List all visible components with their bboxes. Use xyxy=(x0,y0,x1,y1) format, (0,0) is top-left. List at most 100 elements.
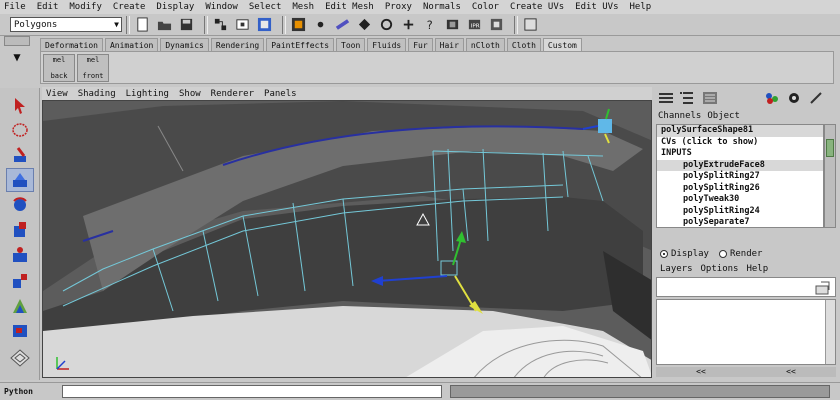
menu-item-file[interactable]: File xyxy=(4,2,26,12)
panel-menu-panels[interactable]: Panels xyxy=(264,89,297,99)
new-scene-icon[interactable] xyxy=(134,17,150,33)
channel-box-row[interactable]: polySeparate7 xyxy=(657,217,823,227)
scroll-left-button[interactable]: << xyxy=(786,367,796,377)
brush-icon[interactable] xyxy=(808,91,824,105)
history-icon[interactable] xyxy=(378,17,394,33)
shelf-tab-dynamics[interactable]: Dynamics xyxy=(160,38,209,51)
panel-menu-lighting[interactable]: Lighting xyxy=(126,89,169,99)
channel-box-row[interactable]: INPUTS xyxy=(657,148,823,160)
layers-menu[interactable]: Layers xyxy=(660,264,693,274)
panel-menu-show[interactable]: Show xyxy=(179,89,201,99)
shelf-button-back[interactable]: mel back xyxy=(43,54,75,82)
channel-box-row[interactable]: polySplitRing24 xyxy=(657,206,823,218)
menu-item-edit-uvs[interactable]: Edit UVs xyxy=(575,2,618,12)
menu-item-create-uvs[interactable]: Create UVs xyxy=(510,2,564,12)
menu-item-edit[interactable]: Edit xyxy=(37,2,59,12)
paint-effects-icon[interactable] xyxy=(786,91,802,105)
layer-list-scrollbar[interactable] xyxy=(825,300,835,364)
shelf-tab-hair[interactable]: Hair xyxy=(434,38,464,51)
menu-item-select[interactable]: Select xyxy=(249,2,282,12)
shelf-button-front[interactable]: mel front xyxy=(77,54,109,82)
command-input[interactable] xyxy=(62,385,442,398)
select-component-icon[interactable] xyxy=(256,17,272,33)
shelf-tab-toon[interactable]: Toon xyxy=(336,38,366,51)
layer-editor-icon[interactable] xyxy=(680,91,696,105)
shelf-tab-animation[interactable]: Animation xyxy=(104,38,159,51)
menu-item-modify[interactable]: Modify xyxy=(69,2,102,12)
menu-item-proxy[interactable]: Proxy xyxy=(385,2,412,12)
menu-item-create[interactable]: Create xyxy=(113,2,146,12)
layout-toggle-icon[interactable] xyxy=(6,346,34,370)
panel-menu-view[interactable]: View xyxy=(46,89,68,99)
snap-plane-icon[interactable] xyxy=(356,17,372,33)
render-radio[interactable] xyxy=(718,250,727,258)
snap-point-icon[interactable] xyxy=(312,17,328,33)
render-settings-icon[interactable] xyxy=(488,17,504,33)
menu-item-edit-mesh[interactable]: Edit Mesh xyxy=(325,2,374,12)
menu-item-mesh[interactable]: Mesh xyxy=(292,2,314,12)
channel-box-row[interactable]: CVs (click to show) xyxy=(657,137,823,149)
show-manipulator-icon[interactable] xyxy=(6,243,34,267)
shelf-tab-cloth[interactable]: Cloth xyxy=(506,38,541,51)
scrollbar-thumb[interactable] xyxy=(826,139,834,157)
tool-settings-icon[interactable] xyxy=(764,91,780,105)
shelf-options: ▼ xyxy=(4,36,36,84)
panel-menu-renderer[interactable]: Renderer xyxy=(211,89,254,99)
shelf-tab-deformation[interactable]: Deformation xyxy=(40,38,103,51)
shelf-tab-rendering[interactable]: Rendering xyxy=(210,38,265,51)
chevron-down-icon: ▼ xyxy=(114,20,119,29)
select-hierarchy-icon[interactable] xyxy=(212,17,228,33)
menu-item-help[interactable]: Help xyxy=(630,2,652,12)
lasso-tool-icon[interactable] xyxy=(6,119,34,143)
open-scene-icon[interactable] xyxy=(156,17,172,33)
command-language-label[interactable]: Python xyxy=(4,387,62,396)
channel-box-row[interactable]: polyTweak30 xyxy=(657,194,823,206)
shelf-menu-arrow-icon[interactable]: ▼ xyxy=(4,50,30,64)
perspective-viewport[interactable] xyxy=(42,100,652,378)
menu-set-selector[interactable]: Polygons ▼ xyxy=(10,17,122,32)
shelf-tab-toggle[interactable] xyxy=(4,36,30,46)
shelf-tab-custom[interactable]: Custom xyxy=(542,38,582,51)
move-tool-icon[interactable] xyxy=(6,168,34,192)
channel-box-row[interactable]: polySurfaceShape81 xyxy=(657,125,823,137)
channels-menu[interactable]: Channels xyxy=(658,111,701,121)
object-menu[interactable]: Object xyxy=(707,111,740,121)
save-scene-icon[interactable] xyxy=(178,17,194,33)
plus-icon[interactable] xyxy=(400,17,416,33)
scroll-left-button[interactable]: << xyxy=(696,367,706,377)
new-layer-icon[interactable] xyxy=(815,281,831,295)
shelf-tab-fluids[interactable]: Fluids xyxy=(367,38,407,51)
four-view-layout-icon[interactable] xyxy=(6,319,34,343)
channel-box-row[interactable]: polySplitRing27 xyxy=(657,171,823,183)
panel-menu-shading[interactable]: Shading xyxy=(78,89,116,99)
channel-box-row[interactable]: polySplitRing26 xyxy=(657,183,823,195)
ipr-icon[interactable]: IPR xyxy=(466,17,482,33)
paint-select-icon[interactable] xyxy=(6,144,34,168)
single-perspective-layout-icon[interactable] xyxy=(6,294,34,318)
menu-item-color[interactable]: Color xyxy=(472,2,499,12)
menu-item-window[interactable]: Window xyxy=(205,2,238,12)
help-menu[interactable]: Help xyxy=(746,264,768,274)
last-tool-icon[interactable] xyxy=(6,269,34,293)
snap-grid-icon[interactable] xyxy=(290,17,306,33)
channel-box-icon[interactable] xyxy=(658,91,674,105)
help-question-icon[interactable]: ? xyxy=(422,17,438,33)
menu-item-display[interactable]: Display xyxy=(156,2,194,12)
display-radio[interactable] xyxy=(660,250,668,258)
select-tool-icon[interactable] xyxy=(6,94,34,118)
shelf-tab-fur[interactable]: Fur xyxy=(408,38,433,51)
channel-box-row[interactable]: polyExtrudeFace8 xyxy=(657,159,823,171)
menu-item-normals[interactable]: Normals xyxy=(423,2,461,12)
scale-tool-icon[interactable] xyxy=(6,218,34,242)
shelf-tab-ncloth[interactable]: nCloth xyxy=(465,38,505,51)
svg-text:IPR: IPR xyxy=(470,23,479,29)
attribute-editor-icon[interactable] xyxy=(702,91,718,105)
render-icon[interactable] xyxy=(444,17,460,33)
select-object-icon[interactable] xyxy=(234,17,250,33)
shelf-tab-painteffects[interactable]: PaintEffects xyxy=(266,38,335,51)
snap-curve-icon[interactable] xyxy=(334,17,350,33)
options-menu[interactable]: Options xyxy=(701,264,739,274)
rotate-tool-icon[interactable] xyxy=(6,193,34,217)
sidebar-toggle-icon[interactable] xyxy=(522,17,538,33)
channel-box-scrollbar[interactable] xyxy=(824,124,836,228)
